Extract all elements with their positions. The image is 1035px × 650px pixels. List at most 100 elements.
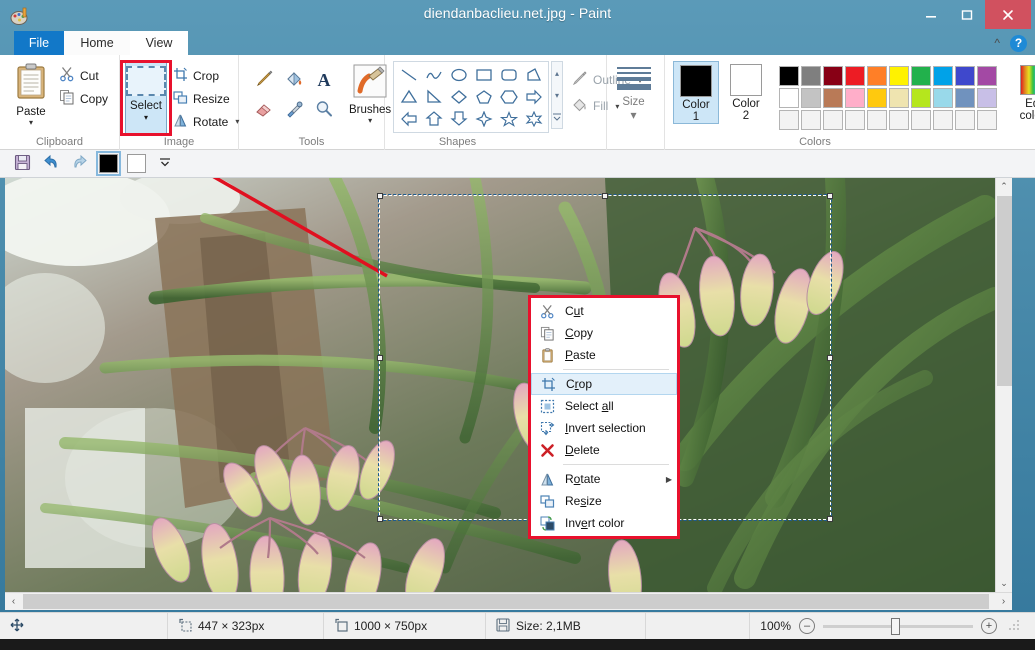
horizontal-scrollbar[interactable]: ‹ › xyxy=(5,592,1012,610)
palette-swatch[interactable] xyxy=(933,110,953,130)
palette-swatch[interactable] xyxy=(955,66,975,86)
context-menu-item-cut[interactable]: Cut xyxy=(531,300,677,322)
palette-swatch[interactable] xyxy=(889,66,909,86)
vertical-scroll-thumb[interactable] xyxy=(997,196,1012,386)
color1-button[interactable]: Color 1 xyxy=(673,61,719,124)
size-button[interactable]: Size ▾ xyxy=(609,61,658,122)
edit-colors-button[interactable]: Edit colors xyxy=(1006,61,1035,122)
shape-rectangle-icon[interactable] xyxy=(471,64,496,86)
palette-swatch[interactable] xyxy=(823,110,843,130)
context-menu-item-paste[interactable]: Paste xyxy=(531,344,677,366)
palette-swatch[interactable] xyxy=(801,66,821,86)
palette-swatch[interactable] xyxy=(977,110,997,130)
color2-button[interactable]: Color 2 xyxy=(723,61,769,122)
close-button[interactable] xyxy=(985,0,1031,29)
paste-button[interactable]: Paste ▾ xyxy=(6,61,56,127)
shape-triangle-icon[interactable] xyxy=(396,86,421,108)
palette-swatch[interactable] xyxy=(867,66,887,86)
color1-swatch[interactable] xyxy=(680,65,712,97)
scroll-left-button[interactable]: ‹ xyxy=(5,593,22,610)
context-menu[interactable]: Cut Copy Paste Crop Select all Invert se… xyxy=(528,295,680,539)
palette-swatch[interactable] xyxy=(867,88,887,108)
qat-color1-swatch[interactable] xyxy=(96,151,121,176)
palette-swatch[interactable] xyxy=(955,88,975,108)
shape-six-point-star-icon[interactable] xyxy=(521,108,546,130)
shape-diamond-icon[interactable] xyxy=(446,86,471,108)
eraser-tool-button[interactable] xyxy=(249,95,279,125)
palette-swatch[interactable] xyxy=(933,66,953,86)
palette-swatch[interactable] xyxy=(801,110,821,130)
paste-dropdown-arrow[interactable]: ▾ xyxy=(29,119,33,127)
resize-grip-icon[interactable] xyxy=(1009,620,1021,632)
scroll-up-button[interactable]: ⌃ xyxy=(996,178,1012,195)
select-dropdown-arrow[interactable]: ▾ xyxy=(144,113,148,122)
crop-button[interactable]: Crop xyxy=(170,64,244,87)
context-menu-item-invert-selection[interactable]: Invert selection xyxy=(531,417,677,439)
horizontal-scroll-thumb[interactable] xyxy=(23,594,989,609)
brushes-dropdown-arrow[interactable]: ▾ xyxy=(368,117,372,125)
palette-swatch[interactable] xyxy=(845,88,865,108)
shapes-expand-icon[interactable] xyxy=(552,106,562,128)
shapes-gallery[interactable] xyxy=(393,61,549,133)
shapes-scroll-controls[interactable]: ▴ ▾ xyxy=(551,61,563,129)
zoom-slider-track[interactable] xyxy=(823,617,973,635)
context-menu-item-delete[interactable]: Delete xyxy=(531,439,677,461)
zoom-out-button[interactable]: – xyxy=(799,618,815,634)
palette-swatch[interactable] xyxy=(977,88,997,108)
color-picker-tool-button[interactable] xyxy=(279,95,309,125)
copy-button[interactable]: Copy xyxy=(56,87,113,110)
palette-swatch[interactable] xyxy=(955,110,975,130)
shape-left-arrow-icon[interactable] xyxy=(396,108,421,130)
shape-polygon-icon[interactable] xyxy=(521,64,546,86)
shape-oval-icon[interactable] xyxy=(446,64,471,86)
palette-swatch[interactable] xyxy=(779,88,799,108)
context-menu-item-crop[interactable]: Crop xyxy=(531,373,677,395)
palette-swatch[interactable] xyxy=(889,88,909,108)
palette-swatch[interactable] xyxy=(823,88,843,108)
zoom-slider-thumb[interactable] xyxy=(891,617,900,635)
shape-right-triangle-icon[interactable] xyxy=(421,86,446,108)
fill-tool-button[interactable] xyxy=(279,65,309,95)
tab-view[interactable]: View xyxy=(130,31,188,55)
tab-file[interactable]: File xyxy=(14,31,64,55)
palette-swatch[interactable] xyxy=(933,88,953,108)
shape-curve-icon[interactable] xyxy=(421,64,446,86)
magnifier-tool-button[interactable] xyxy=(309,95,339,125)
save-button[interactable] xyxy=(12,154,32,174)
palette-swatch[interactable] xyxy=(845,110,865,130)
context-menu-item-select-all[interactable]: Select all xyxy=(531,395,677,417)
pencil-tool-button[interactable] xyxy=(249,65,279,95)
zoom-in-button[interactable]: + xyxy=(981,618,997,634)
palette-swatch[interactable] xyxy=(911,110,931,130)
canvas-photo[interactable] xyxy=(5,178,995,592)
palette-swatch[interactable] xyxy=(911,66,931,86)
palette-swatch[interactable] xyxy=(889,110,909,130)
text-tool-button[interactable]: A xyxy=(309,65,339,95)
resize-button[interactable]: Resize xyxy=(170,87,244,110)
redo-button[interactable] xyxy=(70,154,90,174)
rotate-button[interactable]: Rotate ▾ xyxy=(170,110,244,133)
context-menu-item-copy[interactable]: Copy xyxy=(531,322,677,344)
qat-color2-swatch[interactable] xyxy=(127,154,146,173)
select-button[interactable]: Select ▾ xyxy=(125,61,167,135)
context-menu-item-rotate[interactable]: Rotate ▶ xyxy=(531,468,677,490)
shapes-scroll-down-icon[interactable]: ▾ xyxy=(552,84,562,106)
color2-swatch[interactable] xyxy=(730,64,762,96)
collapse-ribbon-icon[interactable]: ^ xyxy=(992,36,1002,50)
cut-button[interactable]: Cut xyxy=(56,64,113,87)
palette-swatch[interactable] xyxy=(867,110,887,130)
shape-five-point-star-icon[interactable] xyxy=(496,108,521,130)
maximize-button[interactable] xyxy=(949,0,985,29)
shape-hexagon-icon[interactable] xyxy=(496,86,521,108)
scroll-right-button[interactable]: › xyxy=(995,593,1012,610)
context-menu-item-invert-color[interactable]: Invert color xyxy=(531,512,677,534)
vertical-scrollbar[interactable]: ⌃ ⌄ xyxy=(995,178,1012,592)
shape-rounded-rectangle-icon[interactable] xyxy=(496,64,521,86)
scroll-down-button[interactable]: ⌄ xyxy=(996,575,1012,592)
palette-swatch[interactable] xyxy=(801,88,821,108)
palette-swatch[interactable] xyxy=(845,66,865,86)
palette-swatch[interactable] xyxy=(911,88,931,108)
minimize-button[interactable] xyxy=(913,0,949,29)
shape-four-point-star-icon[interactable] xyxy=(471,108,496,130)
palette-swatch[interactable] xyxy=(779,66,799,86)
